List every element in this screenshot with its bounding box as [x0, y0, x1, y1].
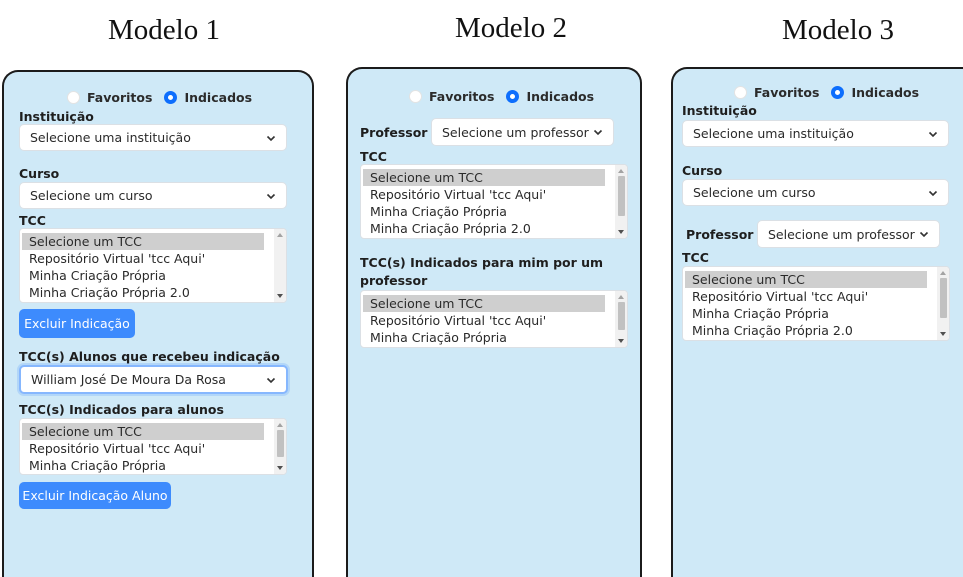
scrollbar-thumb[interactable]	[618, 176, 625, 216]
list-item[interactable]: Selecione um TCC	[363, 295, 605, 312]
curso-select[interactable]: Selecione um curso	[19, 182, 287, 209]
scroll-up-icon[interactable]	[618, 295, 624, 299]
chevron-down-icon	[919, 231, 929, 238]
tcc-label: TCC	[360, 149, 387, 164]
tcc-listbox[interactable]: Selecione um TCC Repositório Virtual 'tc…	[19, 228, 287, 303]
excluir-indicacao-button[interactable]: Excluir Indicação	[19, 309, 135, 338]
list-item[interactable]: Minha Criação Própria	[363, 203, 507, 220]
professor-label: Professor	[686, 227, 754, 242]
list-item[interactable]: Minha Criação Própria	[22, 267, 166, 284]
scroll-up-icon[interactable]	[618, 169, 624, 173]
tcc-label: TCC	[19, 213, 46, 228]
professor-select[interactable]: Selecione um professor	[757, 220, 940, 248]
model-1-panel: Favoritos Indicados Instituição Selecion…	[2, 70, 314, 577]
list-item[interactable]: Selecione um TCC	[22, 423, 264, 440]
curso-label: Curso	[19, 166, 60, 181]
indicados-radio[interactable]	[506, 90, 520, 103]
list-item[interactable]: Repositório Virtual 'tcc Aqui'	[22, 440, 205, 457]
view-toggle: Favoritos Indicados	[734, 85, 931, 100]
professor-select-value: Selecione um professor	[768, 226, 915, 242]
model-2-title: Modelo 2	[455, 12, 567, 44]
indicados-label: Indicados	[526, 89, 595, 104]
indicados-label: Indicados	[851, 85, 920, 100]
model-3-title: Modelo 3	[782, 14, 894, 46]
list-item[interactable]: Minha Criação Própria	[22, 457, 166, 474]
indicados-radio[interactable]	[831, 86, 845, 99]
model-1-title: Modelo 1	[108, 14, 220, 46]
scrollbar-thumb[interactable]	[618, 302, 625, 330]
indicados-alunos-scrollbar[interactable]	[274, 419, 286, 474]
indicados-listbox[interactable]: Selecione um TCC Repositório Virtual 'tc…	[360, 290, 628, 348]
scrollbar-thumb[interactable]	[277, 430, 284, 457]
list-item[interactable]: Selecione um TCC	[363, 169, 605, 186]
scroll-down-icon[interactable]	[618, 339, 624, 343]
instituicao-select-value: Selecione uma instituição	[30, 130, 191, 145]
list-item[interactable]: Minha Criação Própria 2.0	[685, 322, 853, 339]
alunos-select[interactable]: William José De Moura Da Rosa	[19, 365, 288, 394]
list-item[interactable]: Minha Criação Própria 2.0	[363, 220, 531, 237]
curso-select[interactable]: Selecione um curso	[682, 179, 949, 206]
model-3-panel: Favoritos Indicados Instituição Selecion…	[671, 67, 963, 577]
view-toggle: Favoritos Indicados	[67, 90, 264, 105]
favoritos-label: Favoritos	[754, 85, 820, 100]
scrollbar-thumb[interactable]	[940, 278, 947, 318]
indicados-label: Indicados	[184, 90, 253, 105]
indicados-radio[interactable]	[164, 91, 178, 104]
tcc-label: TCC	[682, 250, 709, 265]
list-item[interactable]: Repositório Virtual 'tcc Aqui'	[363, 312, 546, 329]
excluir-indicacao-aluno-button[interactable]: Excluir Indicação Aluno	[19, 482, 171, 509]
professor-select[interactable]: Selecione um professor	[431, 118, 614, 146]
tcc-scrollbar[interactable]	[937, 267, 949, 340]
scroll-up-icon[interactable]	[277, 423, 283, 427]
favoritos-label: Favoritos	[429, 89, 495, 104]
curso-label: Curso	[682, 163, 723, 178]
indicados-alunos-label: TCC(s) Indicados para alunos	[19, 402, 224, 417]
instituicao-select-value: Selecione uma instituição	[693, 126, 854, 141]
chevron-down-icon	[593, 129, 603, 136]
chevron-down-icon	[266, 135, 276, 141]
view-toggle: Favoritos Indicados	[409, 89, 606, 104]
chevron-down-icon	[266, 377, 276, 383]
list-item[interactable]: Selecione um TCC	[22, 233, 264, 250]
list-item[interactable]: Repositório Virtual 'tcc Aqui'	[22, 250, 205, 267]
indicados-label-line1: TCC(s) Indicados para mim por um	[360, 255, 604, 270]
chevron-down-icon	[928, 190, 938, 196]
alunos-label: TCC(s) Alunos que recebeu indicação	[19, 349, 280, 364]
scroll-up-icon[interactable]	[940, 271, 946, 275]
list-item[interactable]: Minha Criação Própria	[363, 329, 507, 346]
instituicao-label: Instituição	[682, 103, 757, 118]
alunos-select-value: William José De Moura Da Rosa	[31, 372, 226, 387]
tcc-scrollbar[interactable]	[615, 165, 627, 238]
instituicao-select[interactable]: Selecione uma instituição	[682, 120, 949, 147]
indicados-scrollbar[interactable]	[615, 291, 627, 347]
chevron-down-icon	[266, 193, 276, 199]
list-item[interactable]: Minha Criação Própria 2.0	[22, 284, 190, 301]
favoritos-radio[interactable]	[734, 86, 747, 99]
list-item[interactable]: Repositório Virtual 'tcc Aqui'	[363, 186, 546, 203]
list-item[interactable]: Selecione um TCC	[685, 271, 927, 288]
favoritos-radio[interactable]	[409, 90, 422, 103]
list-item[interactable]: Repositório Virtual 'tcc Aqui'	[685, 288, 868, 305]
chevron-down-icon	[928, 131, 938, 137]
tcc-listbox[interactable]: Selecione um TCC Repositório Virtual 'tc…	[682, 266, 950, 341]
curso-select-value: Selecione um curso	[30, 188, 153, 203]
favoritos-label: Favoritos	[87, 90, 153, 105]
curso-select-value: Selecione um curso	[693, 185, 816, 200]
tcc-listbox[interactable]: Selecione um TCC Repositório Virtual 'tc…	[360, 164, 628, 239]
tcc-scrollbar[interactable]	[274, 229, 286, 302]
scroll-up-icon[interactable]	[277, 233, 283, 237]
list-item[interactable]: Minha Criação Própria	[685, 305, 829, 322]
professor-select-value: Selecione um professor	[442, 124, 589, 140]
instituicao-label: Instituição	[19, 109, 94, 124]
instituicao-select[interactable]: Selecione uma instituição	[19, 124, 287, 151]
scroll-down-icon[interactable]	[277, 294, 283, 298]
scroll-down-icon[interactable]	[940, 332, 946, 336]
model-2-panel: Favoritos Indicados Professor Selecione …	[346, 67, 642, 577]
favoritos-radio[interactable]	[67, 91, 80, 104]
scroll-down-icon[interactable]	[618, 230, 624, 234]
indicados-label-line2: professor	[360, 273, 428, 288]
indicados-alunos-listbox[interactable]: Selecione um TCC Repositório Virtual 'tc…	[19, 418, 287, 475]
scroll-down-icon[interactable]	[277, 466, 283, 470]
professor-label: Professor	[360, 125, 428, 140]
